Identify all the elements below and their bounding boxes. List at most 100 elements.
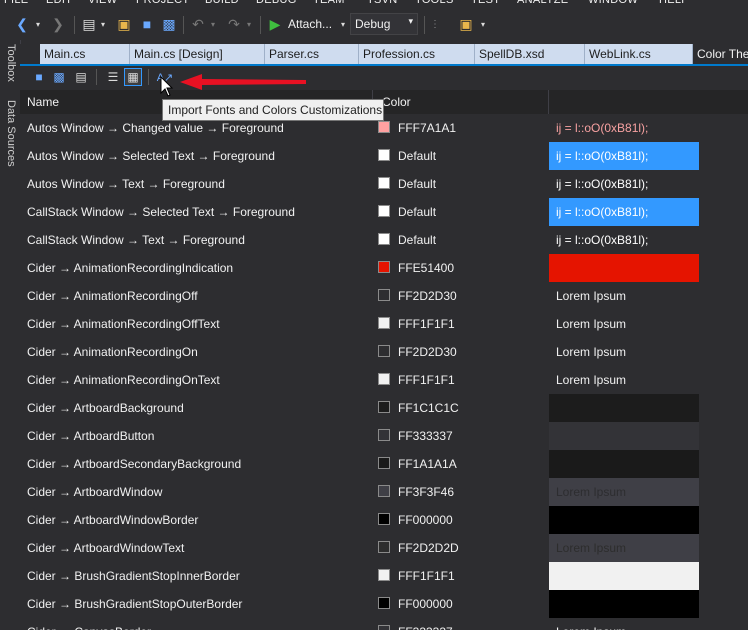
- open-folder-icon[interactable]: ▣: [114, 14, 134, 34]
- color-swatch[interactable]: [378, 597, 390, 609]
- color-swatch[interactable]: [378, 373, 390, 385]
- color-swatch[interactable]: [378, 457, 390, 469]
- color-value[interactable]: FF333337: [398, 429, 453, 443]
- color-value[interactable]: Default: [398, 205, 436, 219]
- color-value[interactable]: FF2D2D30: [398, 289, 457, 303]
- color-swatch[interactable]: [378, 429, 390, 441]
- menu-item-tsvn[interactable]: TSVN: [367, 0, 398, 6]
- table-row[interactable]: Cider → AnimationRecordingOffText FFF1F1F…: [20, 310, 748, 338]
- color-swatch[interactable]: [378, 289, 390, 301]
- table-row[interactable]: Cider → AnimationRecordingOff FF2D2D30 Lor…: [20, 282, 748, 310]
- table-row[interactable]: Cider → ArtboardBackground FF1C1C1C: [20, 394, 748, 422]
- color-value[interactable]: FF1A1A1A: [398, 457, 457, 471]
- table-row[interactable]: Cider → ArtboardButton FF333337: [20, 422, 748, 450]
- color-value[interactable]: FFF1F1F1: [398, 373, 455, 387]
- color-value[interactable]: FF333337: [398, 625, 453, 630]
- color-swatch[interactable]: [378, 261, 390, 273]
- start-icon[interactable]: ▶: [266, 14, 284, 34]
- table-row[interactable]: Cider → BrushGradientStopInnerBorder FFF1…: [20, 562, 748, 590]
- undo-icon[interactable]: ↶: [188, 14, 208, 34]
- color-value[interactable]: FFF7A1A1: [398, 121, 456, 135]
- color-swatch[interactable]: [378, 541, 390, 553]
- forward-icon[interactable]: ❯: [48, 14, 68, 34]
- table-row[interactable]: CallStack Window → Selected Text → Foreg…: [20, 198, 748, 226]
- color-swatch[interactable]: [378, 625, 390, 630]
- color-swatch[interactable]: [378, 205, 390, 217]
- color-value[interactable]: FF000000: [398, 597, 453, 611]
- table-row[interactable]: Cider → ArtboardWindowText FF2D2D2D Lorem …: [20, 534, 748, 562]
- table-row[interactable]: CallStack Window → Text → Foreground Defa…: [20, 226, 748, 254]
- menu-item-test[interactable]: TEST: [471, 0, 500, 6]
- tab-spelldb-xsd[interactable]: SpellDB.xsd: [475, 44, 585, 64]
- color-swatch[interactable]: [378, 401, 390, 413]
- menu-item-tools[interactable]: TOOLS: [415, 0, 454, 6]
- menu-item-edit[interactable]: EDIT: [46, 0, 72, 6]
- menu-item-help[interactable]: HELP: [659, 0, 689, 6]
- menu-item-team[interactable]: TEAM: [313, 0, 345, 6]
- color-value[interactable]: Default: [398, 233, 436, 247]
- tab-main-cs[interactable]: Main.cs: [40, 44, 130, 64]
- save-as-icon[interactable]: ▩: [50, 68, 68, 86]
- attach-button[interactable]: Attach...: [288, 14, 338, 34]
- tab-main-cs-design[interactable]: Main.cs [Design]: [130, 44, 265, 64]
- menu-item-window[interactable]: WINDOW: [588, 0, 638, 6]
- color-value[interactable]: FF1C1C1C: [398, 401, 459, 415]
- color-swatch[interactable]: [378, 233, 390, 245]
- menu-item-debug[interactable]: DEBUG: [256, 0, 297, 6]
- new-project-dropdown-icon[interactable]: ▾: [98, 14, 108, 34]
- color-value[interactable]: FFF1F1F1: [398, 569, 455, 583]
- table-row[interactable]: Cider → BrushGradientStopOuterBorder FF00…: [20, 590, 748, 618]
- list-view-icon[interactable]: ☰: [104, 68, 122, 86]
- redo-dropdown-icon[interactable]: ▾: [244, 14, 254, 34]
- menu-item-analyze[interactable]: ANALYZE: [517, 0, 568, 6]
- table-row[interactable]: Cider → ArtboardWindowBorder FF000000: [20, 506, 748, 534]
- color-swatch[interactable]: [378, 569, 390, 581]
- table-row[interactable]: Autos Window → Text → Foreground Default i…: [20, 170, 748, 198]
- table-row[interactable]: Cider → CanvasBorder FF333337 Lorem Ipsum: [20, 618, 748, 630]
- color-value[interactable]: FF3F3F46: [398, 485, 454, 499]
- column-header-color[interactable]: Color: [375, 90, 545, 114]
- color-swatch[interactable]: [378, 345, 390, 357]
- color-value[interactable]: Default: [398, 149, 436, 163]
- tab-profession-cs[interactable]: Profession.cs: [359, 44, 475, 64]
- table-row[interactable]: Autos Window → Changed value → Foregroun…: [20, 114, 748, 142]
- tab-weblink-cs[interactable]: WebLink.cs: [585, 44, 693, 64]
- redo-icon[interactable]: ↷: [224, 14, 244, 34]
- toolbox-tab[interactable]: Toolbox: [5, 44, 17, 82]
- menu-item-project[interactable]: PROJECT: [136, 0, 189, 6]
- color-swatch[interactable]: [378, 513, 390, 525]
- color-swatch[interactable]: [378, 485, 390, 497]
- table-row[interactable]: Cider → AnimationRecordingIndication FFE5…: [20, 254, 748, 282]
- color-swatch[interactable]: [378, 317, 390, 329]
- solution-configuration-select[interactable]: Debug ▾: [350, 13, 418, 35]
- color-value[interactable]: Default: [398, 177, 436, 191]
- back-dropdown-icon[interactable]: ▾: [33, 14, 43, 34]
- color-value[interactable]: FFE51400: [398, 261, 454, 275]
- table-row[interactable]: Cider → ArtboardWindow FF3F3F46 Lorem Ipsu…: [20, 478, 748, 506]
- color-swatch[interactable]: [378, 177, 390, 189]
- attach-dropdown-icon[interactable]: ▾: [338, 14, 348, 34]
- toolbar-overflow-icon[interactable]: ▾: [478, 14, 488, 34]
- color-swatch[interactable]: [378, 121, 390, 133]
- grid-view-icon[interactable]: ▦: [124, 68, 142, 86]
- data-sources-tab[interactable]: Data Sources: [5, 100, 17, 167]
- color-value[interactable]: FFF1F1F1: [398, 317, 455, 331]
- color-value[interactable]: FF2D2D30: [398, 345, 457, 359]
- table-row[interactable]: Autos Window → Selected Text → Foregroun…: [20, 142, 748, 170]
- menu-item-file[interactable]: FILE: [4, 0, 28, 6]
- color-value[interactable]: FF000000: [398, 513, 453, 527]
- tab-color-theme[interactable]: Color The: [693, 44, 748, 64]
- new-project-icon[interactable]: ▤: [80, 14, 98, 34]
- find-in-files-icon[interactable]: ▣: [456, 14, 476, 34]
- color-swatch[interactable]: [378, 149, 390, 161]
- table-row[interactable]: Cider → AnimationRecordingOnText FFF1F1F1…: [20, 366, 748, 394]
- menu-item-view[interactable]: VIEW: [88, 0, 117, 6]
- export-icon[interactable]: ▤: [72, 68, 90, 86]
- menu-item-build[interactable]: BUILD: [205, 0, 239, 6]
- save-all-icon[interactable]: ▩: [160, 14, 178, 34]
- back-icon[interactable]: ❮: [12, 14, 32, 34]
- color-value[interactable]: FF2D2D2D: [398, 541, 459, 555]
- save-icon[interactable]: ■: [138, 14, 156, 34]
- table-row[interactable]: Cider → ArtboardSecondaryBackground FF1A1…: [20, 450, 748, 478]
- table-row[interactable]: Cider → AnimationRecordingOn FF2D2D30 Lore…: [20, 338, 748, 366]
